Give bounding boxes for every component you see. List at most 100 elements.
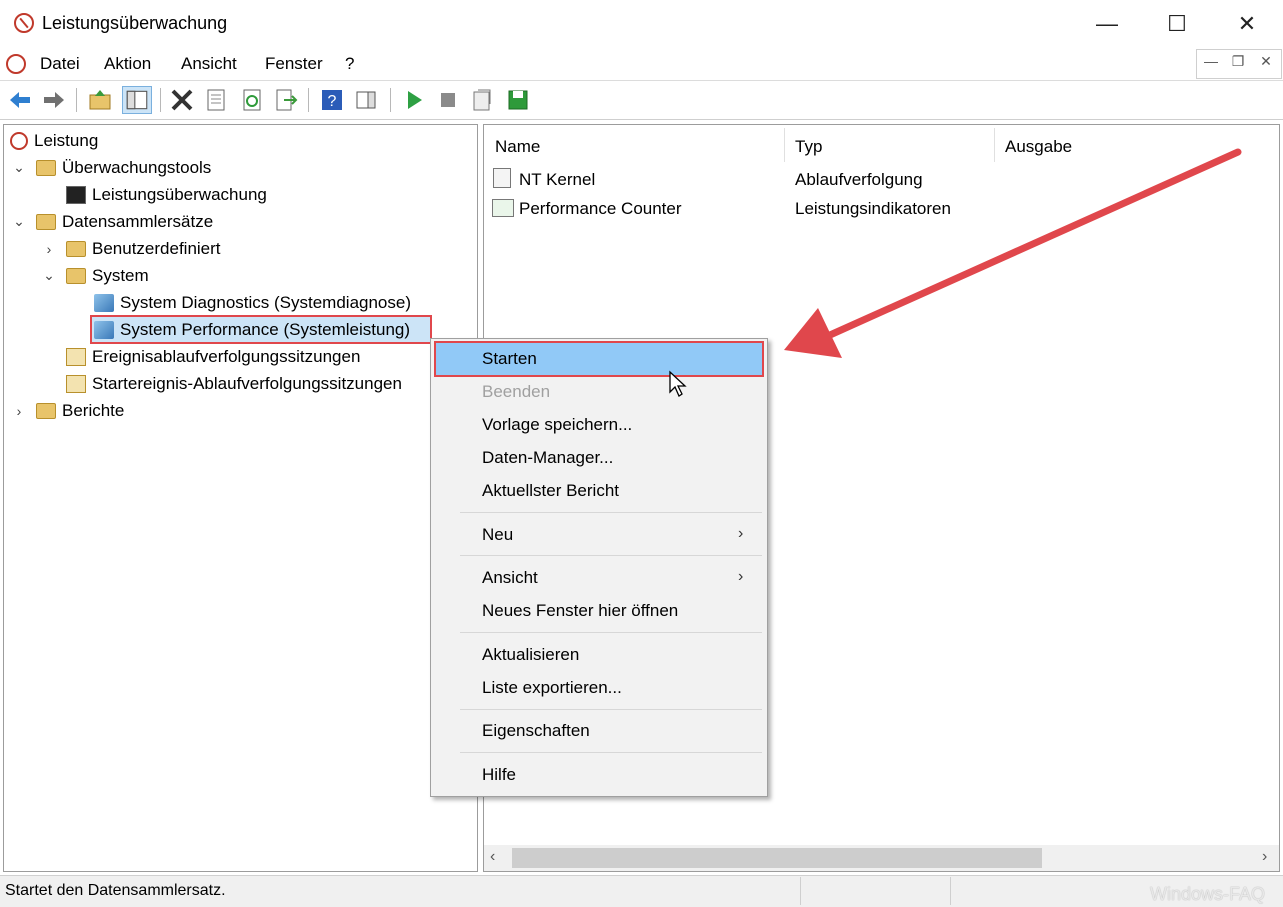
chevron-down-icon[interactable]: ⌄ (12, 159, 26, 176)
menu-item-neu[interactable]: Neu (482, 525, 513, 545)
counter-chart-icon (492, 199, 514, 217)
refresh-icon[interactable] (240, 88, 264, 112)
toolbar-separator (76, 88, 77, 112)
column-header-name[interactable]: Name (495, 137, 540, 157)
tree-item-ereignisablaufverfolgung[interactable]: Ereignisablaufverfolgungssitzungen (66, 343, 360, 370)
list-row-name[interactable]: Performance Counter (519, 199, 682, 219)
forward-arrow-icon[interactable] (42, 88, 66, 112)
menu-item-beenden[interactable]: Beenden (482, 382, 550, 402)
menu-fenster[interactable]: Fenster (265, 54, 323, 74)
menu-item-liste-exportieren[interactable]: Liste exportieren... (482, 678, 622, 698)
tree-item-leistungsueberwachung[interactable]: Leistungsüberwachung (66, 181, 267, 208)
tree-item-label: Datensammlersätze (62, 211, 214, 231)
menu-separator (460, 632, 762, 633)
properties-icon[interactable] (204, 88, 228, 112)
tree-item-startereignis[interactable]: Startereignis-Ablaufverfolgungssitzungen (66, 370, 402, 397)
toolbar-separator (160, 88, 161, 112)
menu-separator (460, 512, 762, 513)
toolbar-separator (390, 88, 391, 112)
tree-item-system-diagnostics[interactable]: System Diagnostics (Systemdiagnose) (94, 289, 411, 316)
chevron-right-icon[interactable]: › (42, 241, 56, 257)
performance-monitor-icon (14, 13, 34, 33)
status-divider (950, 877, 951, 905)
delete-icon[interactable] (170, 88, 194, 112)
tree-item-system[interactable]: ⌄ System (42, 262, 149, 289)
trace-folder-icon (66, 374, 86, 393)
tree-item-label: Benutzerdefiniert (92, 238, 221, 258)
folder-icon (36, 159, 56, 176)
back-arrow-icon[interactable] (8, 88, 32, 112)
mdi-minimize-button[interactable]: — (1198, 53, 1224, 73)
report-icon[interactable] (470, 88, 494, 112)
scroll-left-icon[interactable]: ‹ (490, 848, 495, 866)
watermark: Windows-FAQ (1150, 884, 1266, 904)
trace-folder-icon (66, 347, 86, 366)
scroll-right-icon[interactable]: › (1262, 848, 1267, 866)
tree-item-system-performance[interactable]: System Performance (Systemleistung) (94, 316, 410, 343)
mdi-restore-button[interactable]: ❐ (1225, 53, 1251, 73)
chevron-down-icon[interactable]: ⌄ (42, 267, 56, 284)
menu-item-neues-fenster[interactable]: Neues Fenster hier öffnen (482, 601, 678, 621)
maximize-button[interactable]: ☐ (1142, 0, 1212, 47)
menu-aktion[interactable]: Aktion (104, 54, 151, 74)
tree-item-label: Startereignis-Ablaufverfolgungssitzungen (92, 373, 402, 393)
menu-separator (460, 752, 762, 753)
tree-item-label: System Performance (Systemleistung) (120, 319, 411, 339)
menu-item-daten-manager[interactable]: Daten-Manager... (482, 448, 613, 468)
user-folder-icon (66, 240, 86, 257)
context-menu (430, 338, 768, 797)
menu-item-aktuellster-bericht[interactable]: Aktuellster Bericht (482, 481, 619, 501)
annotation-arrow-icon (784, 148, 1242, 358)
tree-item-label: Überwachungstools (62, 157, 212, 177)
tree-item-label: System Diagnostics (Systemdiagnose) (120, 292, 412, 312)
submenu-arrow-icon: › (738, 525, 744, 542)
close-button[interactable]: ✕ (1212, 0, 1282, 47)
menu-item-starten[interactable]: Starten (482, 349, 537, 369)
menu-item-aktualisieren[interactable]: Aktualisieren (482, 645, 579, 665)
menu-item-ansicht[interactable]: Ansicht (482, 568, 538, 588)
mouse-cursor-icon (669, 370, 687, 397)
up-folder-icon[interactable] (88, 88, 112, 112)
tree-item-benutzerdefiniert[interactable]: › Benutzerdefiniert (42, 235, 221, 262)
monitor-chart-icon (66, 185, 86, 204)
tree-item-label: Ereignisablaufverfolgungssitzungen (92, 346, 361, 366)
tree-item-datensammlersaetze[interactable]: ⌄ Datensammlersätze (12, 208, 213, 235)
chevron-down-icon[interactable]: ⌄ (12, 213, 26, 230)
export-list-icon[interactable] (274, 88, 298, 112)
data-collector-set-icon (94, 320, 114, 339)
toolbar-separator (308, 88, 309, 112)
menu-item-hilfe[interactable]: Hilfe (482, 765, 516, 785)
mdi-close-button[interactable]: ✕ (1253, 53, 1279, 73)
save-template-icon[interactable] (506, 88, 530, 112)
tree-item-ueberwachungstools[interactable]: ⌄ Überwachungstools (12, 154, 211, 181)
data-collector-set-icon (94, 293, 114, 312)
minimize-button[interactable]: — (1072, 0, 1142, 47)
scrollbar-thumb[interactable] (512, 848, 1042, 868)
menu-ansicht[interactable]: Ansicht (181, 54, 237, 74)
reports-folder-icon (36, 402, 56, 419)
tree-item-label: System (92, 265, 149, 285)
menu-help[interactable]: ? (345, 54, 354, 74)
tree-item-label: Berichte (62, 400, 125, 420)
menu-item-eigenschaften[interactable]: Eigenschaften (482, 721, 590, 741)
mmc-icon[interactable] (6, 54, 26, 74)
start-icon[interactable] (402, 88, 426, 112)
tree-item-leistung[interactable]: Leistung (10, 127, 98, 154)
list-row-name[interactable]: NT Kernel (519, 170, 595, 190)
tree-item-berichte[interactable]: › Berichte (12, 397, 125, 424)
help-icon[interactable]: ? (320, 88, 344, 112)
svg-text:?: ? (328, 93, 337, 110)
menu-separator (460, 709, 762, 710)
show-action-pane-icon[interactable] (354, 88, 378, 112)
chevron-right-icon[interactable]: › (12, 403, 26, 419)
menu-item-vorlage-speichern[interactable]: Vorlage speichern... (482, 415, 632, 435)
trace-provider-icon (493, 168, 511, 188)
stop-icon[interactable] (436, 88, 460, 112)
tree-item-label: Leistung (34, 130, 99, 150)
folder-icon (36, 213, 56, 230)
performance-icon (10, 131, 28, 150)
status-divider (800, 877, 801, 905)
menu-separator (460, 555, 762, 556)
show-hide-tree-icon[interactable] (122, 86, 152, 114)
menu-datei[interactable]: Datei (40, 54, 80, 74)
